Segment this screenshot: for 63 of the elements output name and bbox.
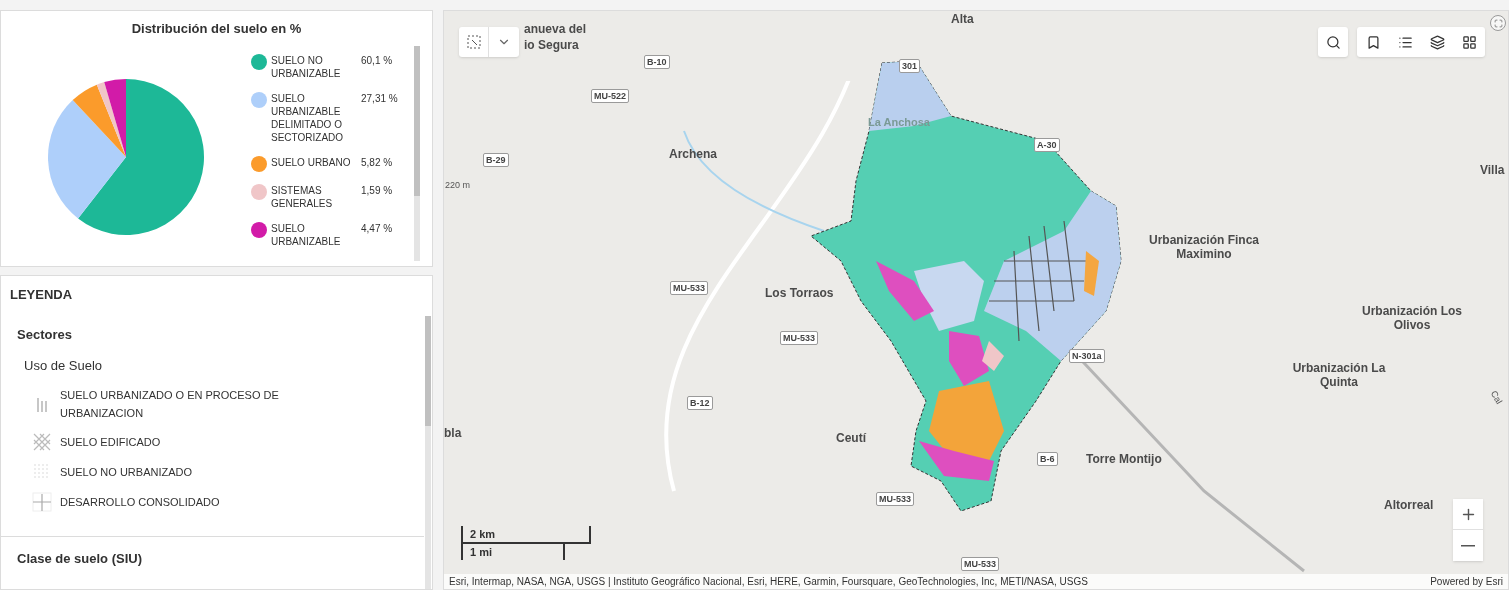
legend-value: 60,1 % <box>361 53 393 67</box>
map-label: anueva del <box>524 22 587 36</box>
legend-value: 5,82 % <box>361 155 393 169</box>
map-label: Archena <box>669 147 718 161</box>
map-label: La Anchosa <box>868 115 930 130</box>
map-label: Torre Montijo <box>1086 452 1162 466</box>
map-label: Villa <box>1480 163 1505 177</box>
fullscreen-icon <box>1493 18 1503 28</box>
cross-pattern-icon <box>32 491 52 512</box>
group-title: Uso de Suelo <box>23 357 104 375</box>
road-shield: B-6 <box>1037 452 1058 466</box>
minus-icon <box>1461 544 1475 547</box>
legend-label: SISTEMAS GENERALES <box>271 183 334 210</box>
chart-title: Distribución del suelo en % <box>130 20 303 38</box>
road-shield: MU-533 <box>780 331 818 345</box>
layer-title: Clase de suelo (SIU) <box>16 549 143 568</box>
legend-item-label: SUELO NO URBANIZADO <box>60 464 194 480</box>
crosshatch-icon <box>32 431 52 452</box>
selection-icon <box>466 35 481 49</box>
map-label: bla <box>444 426 462 440</box>
grid-icon <box>1461 34 1477 50</box>
layers-icon <box>1429 34 1445 50</box>
map-label: io Segura <box>524 38 579 52</box>
map-label: Ceutí <box>836 431 866 445</box>
legend-value: 1,59 % <box>361 183 393 197</box>
layer-title: Sectores <box>16 325 73 344</box>
fullscreen-button[interactable] <box>1490 15 1506 31</box>
map-label: 220 m <box>445 179 470 192</box>
legend-label: SUELO NO URBANIZABLE <box>271 53 342 80</box>
legend-value: 4,47 % <box>361 221 393 235</box>
road-shield: A-30 <box>1034 138 1060 152</box>
map-label: Urbanización La Quinta <box>1291 361 1387 389</box>
road-shield: 301 <box>899 59 921 73</box>
legend-label: SUELO URBANO <box>271 155 352 169</box>
road-shield: B-10 <box>644 55 670 69</box>
search-button[interactable] <box>1318 27 1348 57</box>
legend-label: SUELO URBANIZABLE <box>271 221 342 248</box>
map-label: Urbanización Finca Maximino <box>1148 233 1260 261</box>
road-shield: N-301a <box>1069 349 1105 363</box>
scale-label: 1 mi <box>470 546 492 558</box>
road-shield: B-12 <box>687 396 713 410</box>
bookmark-icon <box>1365 34 1381 50</box>
legend-item-label: SUELO EDIFICADO <box>60 434 162 450</box>
powered-by-text: Powered by Esri <box>1430 575 1503 589</box>
map-label: Cal <box>1487 388 1505 407</box>
road-shield: B-29 <box>483 153 509 167</box>
road-shield: MU-533 <box>670 281 708 295</box>
road-shield: MU-533 <box>961 557 999 571</box>
scale-label: 2 km <box>470 528 496 540</box>
legend-value: 27,31 % <box>361 91 398 105</box>
legend-item-label: SUELO URBANIZADO O EN PROCESO DE URBANIZACION <box>60 387 280 421</box>
panel-title: LEYENDA <box>9 286 74 304</box>
search-icon <box>1325 34 1341 50</box>
list-icon <box>1397 34 1413 50</box>
map-label: Los Torraos <box>765 286 834 300</box>
attribution-text: Esri, Intermap, NASA, NGA, USGS | Instituto Geográfico Nacional, Esri, HERE, Garmin, Foursquare, GeoTechnologies, Inc, METI/NASA, USGS <box>449 575 1088 589</box>
map-label: Altorreal <box>1384 498 1434 512</box>
road-shield: MU-522 <box>591 89 629 103</box>
legend-item-label: DESARROLLO CONSOLIDADO <box>60 494 221 510</box>
map-label: Alta <box>951 12 974 26</box>
road-shield: MU-533 <box>876 492 914 506</box>
legend-label: SUELO URBANIZABLE DELIMITADO O SECTORIZADO <box>271 91 345 144</box>
map-label: Urbanización Los Olivos <box>1362 304 1462 332</box>
